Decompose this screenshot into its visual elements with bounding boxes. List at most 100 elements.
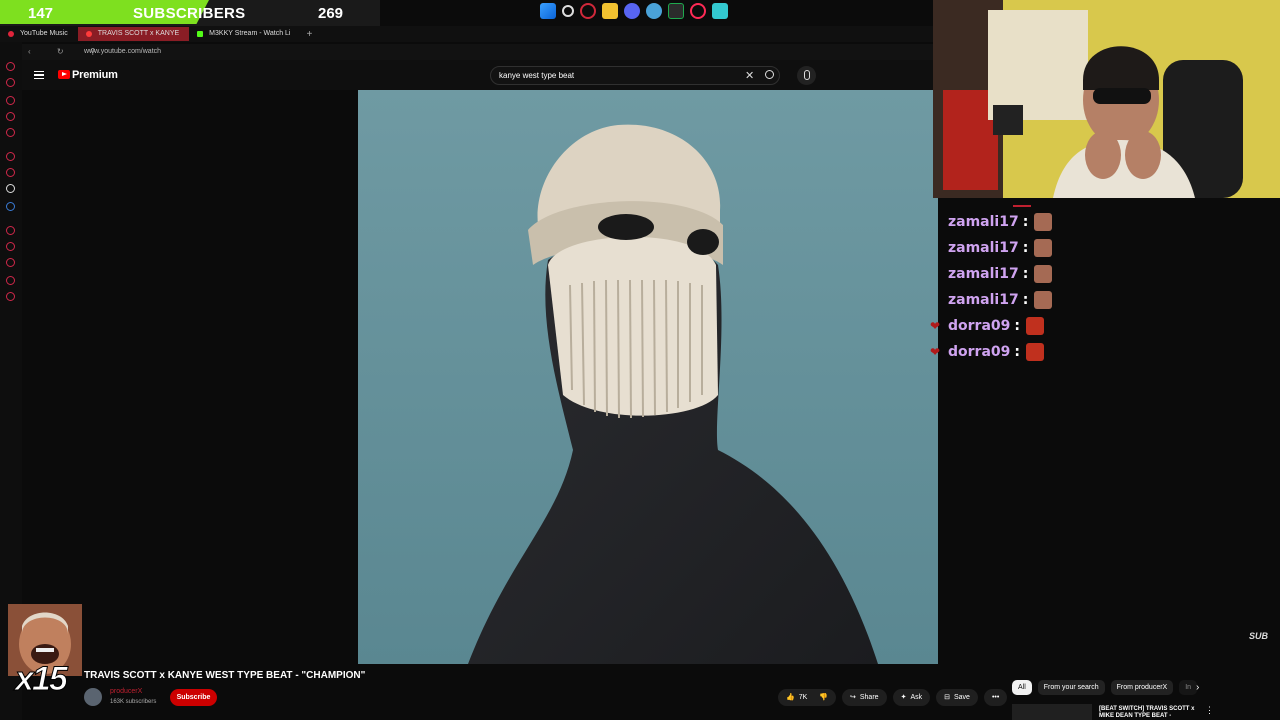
- chat-message: zamali17 :: [928, 235, 1128, 261]
- subscriber-label: SUBSCRIBERS: [133, 5, 246, 22]
- chat-message: ❤ dorra09 :: [928, 313, 1128, 339]
- youtube-header: Premium kanye west type beat ✕: [22, 60, 933, 90]
- sidebar-app-icon[interactable]: [6, 258, 15, 267]
- kick-icon: [197, 31, 204, 37]
- youtube-music-icon: [8, 31, 14, 37]
- like-count: 7K: [798, 694, 808, 701]
- chat-separator-colon: :: [1022, 266, 1029, 282]
- tab-youtube-music[interactable]: YouTube Music: [0, 27, 78, 41]
- new-tab-button[interactable]: +: [306, 29, 312, 40]
- stream-sub-badge: SUB: [1249, 631, 1269, 641]
- recommended-thumbnail[interactable]: [1012, 704, 1092, 720]
- share-button[interactable]: ↪ Share: [842, 689, 887, 706]
- microphone-icon[interactable]: [797, 66, 816, 85]
- save-button[interactable]: ⊟ Save: [936, 689, 978, 706]
- thumbs-up-icon: 👍: [786, 694, 795, 701]
- sidebar-app-icon[interactable]: [6, 78, 15, 87]
- windows-icon[interactable]: [540, 3, 556, 19]
- chip-from-your-search[interactable]: From your search: [1037, 680, 1105, 695]
- sidebar-app-icon[interactable]: [6, 128, 15, 137]
- chat-separator-colon: :: [1022, 240, 1029, 256]
- subscriber-current: 147: [28, 5, 54, 22]
- sidebar-app-icon[interactable]: [6, 168, 15, 177]
- sidebar-app-icon[interactable]: [6, 112, 15, 121]
- notepad-icon[interactable]: [712, 3, 728, 19]
- chevron-right-icon[interactable]: ›: [1196, 682, 1199, 693]
- youtube-logo-icon[interactable]: [58, 70, 70, 79]
- more-actions-button[interactable]: •••: [983, 689, 1008, 706]
- sidebar-app-icon[interactable]: [6, 276, 15, 285]
- chat-message: zamali17 :: [928, 261, 1128, 287]
- tab-label: TRAVIS SCOTT x KANYE: [97, 30, 180, 37]
- subscriber-goal-bar: 147 SUBSCRIBERS 269: [0, 0, 380, 28]
- settings-icon[interactable]: [6, 292, 15, 301]
- steam-icon[interactable]: [646, 3, 662, 19]
- chat-username: zamali17: [948, 240, 1019, 256]
- multiplier-label: x15: [15, 660, 69, 699]
- menu-icon[interactable]: [34, 71, 44, 79]
- chat-overlay: zamali17 : zamali17 : zamali17 : zamali1…: [928, 209, 1128, 365]
- save-label: Save: [953, 694, 970, 701]
- video-player[interactable]: [358, 90, 938, 664]
- obs-icon[interactable]: [668, 3, 684, 19]
- like-button[interactable]: 👍 7K 👎: [778, 689, 836, 706]
- sidebar-app-icon[interactable]: [6, 202, 15, 211]
- sidebar-app-icon[interactable]: [6, 242, 15, 251]
- chat-message: zamali17 :: [928, 287, 1128, 313]
- chip-in[interactable]: In: [1179, 680, 1198, 695]
- folder-icon[interactable]: [602, 3, 618, 19]
- opera-icon[interactable]: [580, 3, 596, 19]
- subscribe-button[interactable]: Subscribe: [170, 689, 217, 706]
- chip-from-producerx[interactable]: From producerX: [1110, 680, 1174, 695]
- tab-label: M3KKY Stream - Watch Li: [209, 30, 291, 37]
- chat-username: zamali17: [948, 214, 1019, 230]
- chat-separator-colon: :: [1022, 292, 1029, 308]
- opera-gx-icon[interactable]: [690, 3, 706, 19]
- face-emote-icon: [1034, 265, 1053, 283]
- sidebar-app-icon[interactable]: [6, 62, 15, 71]
- x-icon[interactable]: [6, 184, 15, 193]
- subscriber-count: 163K subscribers: [110, 699, 157, 705]
- chat-username: dorra09: [948, 318, 1011, 334]
- more-vert-icon[interactable]: ⋮: [1205, 705, 1214, 716]
- tab-travis-scott[interactable]: TRAVIS SCOTT x KANYE: [77, 27, 190, 41]
- discord-icon[interactable]: [624, 3, 640, 19]
- video-frame-art: [358, 90, 938, 664]
- channel-name[interactable]: producerX: [110, 688, 142, 695]
- tab-m3kky-stream[interactable]: M3KKY Stream - Watch Li: [189, 27, 300, 41]
- tab-label: YouTube Music: [20, 30, 68, 37]
- search-icon[interactable]: [562, 5, 574, 17]
- subscriber-goal: 269: [318, 5, 344, 22]
- search-input[interactable]: kanye west type beat: [499, 71, 574, 80]
- address-bar: ‹ ↻ ⚲ www.youtube.com/watch: [22, 44, 933, 60]
- sidebar-app-icon[interactable]: [6, 226, 15, 235]
- sidebar-app-icon[interactable]: [6, 96, 15, 105]
- chat-message: ❤ dorra09 :: [928, 339, 1128, 365]
- heart-badge-icon: ❤: [929, 319, 941, 333]
- thumbs-down-icon[interactable]: 👎: [819, 689, 828, 706]
- video-title: TRAVIS SCOTT x KANYE WEST TYPE BEAT - "C…: [84, 670, 366, 681]
- chat-username: dorra09: [948, 344, 1011, 360]
- youtube-icon: [85, 31, 92, 37]
- share-label: Share: [859, 694, 879, 701]
- ask-button[interactable]: ✦ Ask: [892, 689, 931, 706]
- devil-emote-icon: [1026, 343, 1044, 361]
- heart-badge-icon: ❤: [929, 345, 941, 359]
- devil-emote-icon: [1026, 317, 1044, 335]
- chip-all[interactable]: All: [1012, 680, 1032, 695]
- sidebar-app-icon[interactable]: [6, 152, 15, 161]
- filter-chips: All From your search From producerX In: [1012, 680, 1198, 695]
- chat-username: zamali17: [948, 266, 1019, 282]
- chat-username: zamali17: [948, 292, 1019, 308]
- recommended-title[interactable]: [BEAT SWITCH] TRAVIS SCOTT x MIKE DEAN T…: [1099, 706, 1203, 720]
- search-icon[interactable]: [765, 70, 774, 79]
- chat-message: zamali17 :: [928, 209, 1128, 235]
- brand-label[interactable]: Premium: [72, 69, 118, 81]
- channel-avatar[interactable]: [84, 688, 102, 706]
- chat-separator: [1013, 205, 1031, 207]
- clear-search-icon[interactable]: ✕: [745, 69, 754, 82]
- url-field[interactable]: www.youtube.com/watch: [84, 48, 161, 55]
- video-actions: 👍 7K 👎 ↪ Share ✦ Ask ⊟ Save •••: [778, 689, 1008, 706]
- sparkle-icon: ✦: [900, 694, 907, 701]
- share-icon: ↪: [850, 694, 856, 701]
